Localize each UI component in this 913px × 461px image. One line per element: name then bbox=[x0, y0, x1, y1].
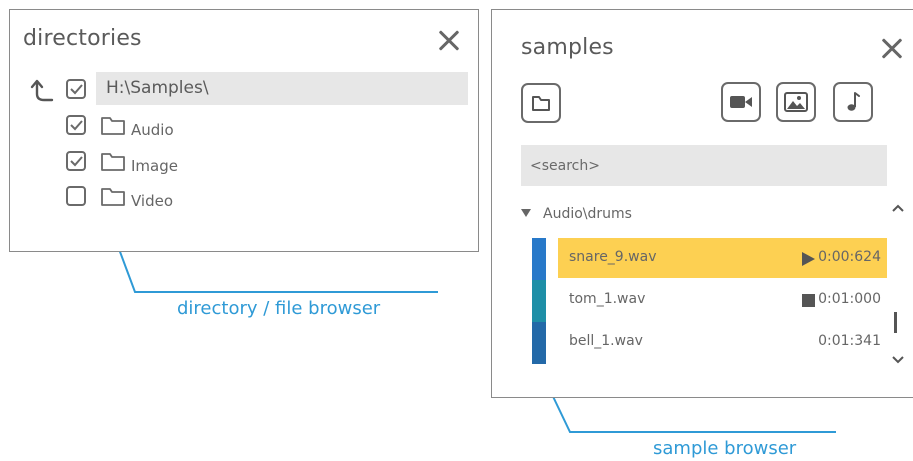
filter-audio-button[interactable] bbox=[833, 82, 873, 122]
directories-panel: directories H:\Samples\ Audio Image Vide… bbox=[9, 9, 479, 252]
stop-icon[interactable] bbox=[802, 294, 815, 307]
samples-close-icon[interactable] bbox=[881, 38, 903, 60]
samples-panel: samples Audio\drums sna bbox=[491, 9, 913, 398]
sample-name: bell_1.wav bbox=[569, 333, 643, 349]
directory-browser-callout: directory / file browser bbox=[177, 298, 381, 319]
sample-search-input[interactable] bbox=[521, 145, 887, 186]
root-checkbox[interactable] bbox=[66, 79, 86, 99]
sample-name: snare_9.wav bbox=[569, 249, 657, 265]
folder-icon bbox=[101, 188, 125, 206]
image-checkbox[interactable] bbox=[66, 151, 86, 171]
video-icon bbox=[730, 96, 752, 108]
folder-icon bbox=[101, 117, 125, 135]
music-icon bbox=[847, 92, 860, 111]
sample-row[interactable]: bell_1.wav 0:01:341 bbox=[558, 322, 887, 362]
directory-item-audio[interactable]: Audio bbox=[131, 121, 174, 139]
image-icon bbox=[784, 92, 808, 112]
folder-icon bbox=[532, 96, 550, 111]
sample-color-tag bbox=[532, 322, 546, 364]
play-icon[interactable] bbox=[801, 252, 815, 266]
sample-row[interactable]: snare_9.wav 0:00:624 bbox=[558, 238, 887, 278]
audio-checkbox[interactable] bbox=[66, 115, 86, 135]
sample-color-tag bbox=[532, 238, 546, 280]
sample-browser-callout: sample browser bbox=[653, 438, 797, 459]
directory-item-image[interactable]: Image bbox=[131, 157, 178, 175]
sample-name: tom_1.wav bbox=[569, 291, 646, 307]
parent-directory-arrow-icon[interactable] bbox=[30, 76, 56, 102]
collapse-triangle-icon[interactable] bbox=[521, 209, 531, 217]
video-checkbox[interactable] bbox=[66, 186, 86, 206]
folder-icon bbox=[101, 153, 125, 171]
sample-color-tag bbox=[532, 280, 546, 322]
directories-close-icon[interactable] bbox=[438, 30, 460, 52]
sample-duration: 0:00:624 bbox=[818, 249, 881, 265]
scroll-up-chevron-icon[interactable] bbox=[892, 204, 904, 212]
directory-path-field[interactable]: H:\Samples\ bbox=[96, 72, 468, 105]
sample-duration: 0:01:000 bbox=[818, 291, 881, 307]
open-folder-button[interactable] bbox=[521, 83, 561, 123]
scrollbar-thumb[interactable] bbox=[894, 312, 897, 333]
directories-title: directories bbox=[23, 26, 142, 51]
filter-image-button[interactable] bbox=[776, 82, 816, 122]
samples-title: samples bbox=[521, 35, 614, 60]
group-header-audio-drums[interactable]: Audio\drums bbox=[521, 206, 632, 222]
sample-duration: 0:01:341 bbox=[818, 333, 881, 349]
sample-row[interactable]: tom_1.wav 0:01:000 bbox=[558, 280, 887, 320]
group-label: Audio\drums bbox=[543, 206, 632, 222]
directory-path-text: H:\Samples\ bbox=[106, 78, 209, 98]
directory-item-video[interactable]: Video bbox=[131, 192, 173, 210]
scroll-down-chevron-icon[interactable] bbox=[892, 356, 904, 364]
filter-video-button[interactable] bbox=[721, 82, 761, 122]
